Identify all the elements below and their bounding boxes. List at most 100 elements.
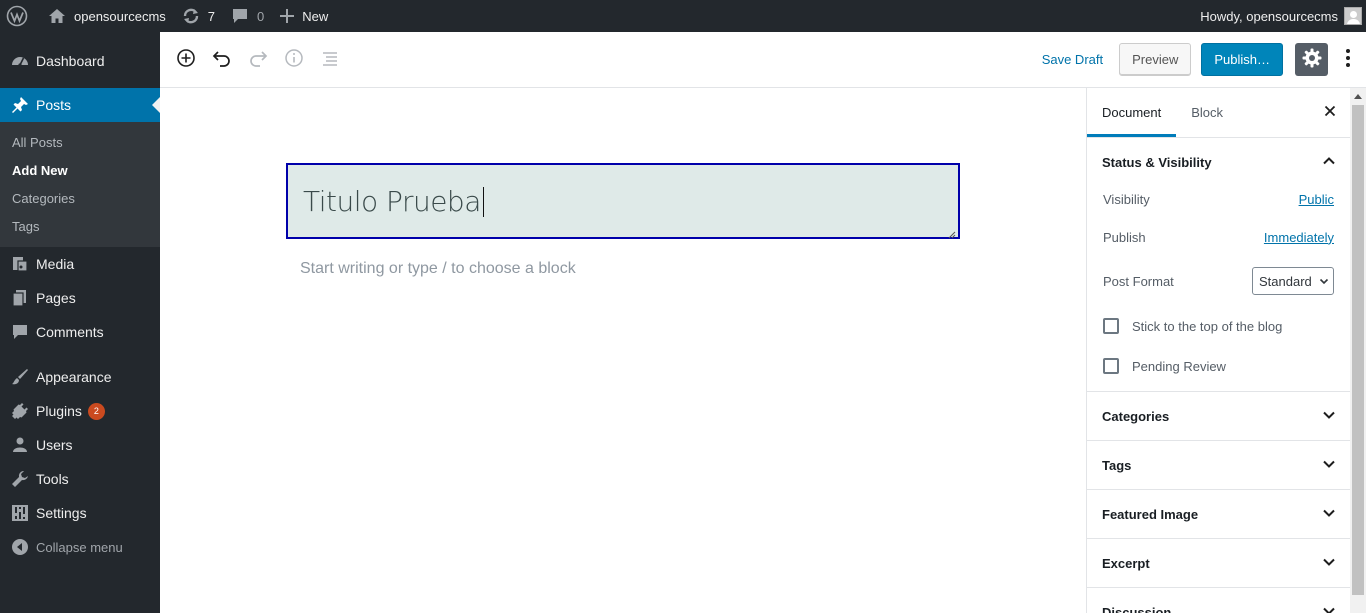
menu-label: Posts bbox=[36, 97, 72, 113]
add-block-button[interactable] bbox=[168, 42, 204, 78]
settings-toggle-button[interactable] bbox=[1295, 43, 1328, 76]
more-tools-button[interactable] bbox=[1336, 43, 1360, 76]
menu-label: Tools bbox=[36, 471, 69, 487]
menu-label: Settings bbox=[36, 505, 87, 521]
tab-block[interactable]: Block bbox=[1176, 88, 1238, 137]
updates-link[interactable]: 7 bbox=[174, 0, 223, 32]
tags-panel: Tags bbox=[1087, 441, 1350, 490]
wordpress-logo-icon bbox=[6, 5, 28, 27]
menu-label: Appearance bbox=[36, 369, 112, 385]
comments-link[interactable]: 0 bbox=[223, 0, 272, 32]
settings-sliders-icon bbox=[10, 503, 30, 523]
submenu-add-new[interactable]: Add New bbox=[0, 157, 160, 185]
comments-count: 0 bbox=[257, 8, 265, 24]
menu-item-plugins[interactable]: Plugins 2 bbox=[0, 394, 160, 428]
excerpt-panel: Excerpt bbox=[1087, 539, 1350, 588]
collapse-icon bbox=[10, 537, 30, 557]
resize-grip-icon[interactable] bbox=[948, 227, 956, 239]
menu-item-dashboard[interactable]: Dashboard bbox=[0, 44, 160, 78]
publish-label: Publish bbox=[1103, 229, 1146, 245]
posts-submenu: All Posts Add New Categories Tags bbox=[0, 122, 160, 247]
post-format-row: Post Format Standard bbox=[1087, 256, 1350, 306]
sidebar-scrollbar[interactable] bbox=[1350, 88, 1366, 613]
collapse-menu-button[interactable]: Collapse menu bbox=[0, 530, 160, 564]
editor-canvas: Titulo Prueba Start writing or type / to… bbox=[160, 88, 1086, 613]
chevron-down-icon bbox=[1319, 274, 1329, 289]
editor-header-toolbar: Save Draft Preview Publish… bbox=[160, 32, 1366, 88]
chevron-down-icon bbox=[1322, 408, 1336, 425]
menu-item-settings[interactable]: Settings bbox=[0, 496, 160, 530]
tab-document[interactable]: Document bbox=[1087, 88, 1177, 137]
sticky-checkbox[interactable] bbox=[1103, 318, 1119, 334]
sticky-label: Stick to the top of the blog bbox=[1132, 318, 1283, 334]
site-name-link[interactable]: opensourcecms bbox=[36, 0, 174, 32]
chevron-down-icon bbox=[1322, 604, 1336, 613]
status-visibility-toggle[interactable]: Status & Visibility bbox=[1087, 138, 1350, 186]
undo-button[interactable] bbox=[204, 42, 240, 78]
avatar bbox=[1344, 7, 1362, 25]
menu-item-appearance[interactable]: Appearance bbox=[0, 360, 160, 394]
menu-item-posts[interactable]: Posts bbox=[0, 88, 160, 122]
menu-label: Comments bbox=[36, 324, 104, 340]
admin-menu: Dashboard Posts All Posts Add New Catego… bbox=[0, 32, 160, 613]
info-icon bbox=[284, 48, 304, 71]
text-caret bbox=[482, 186, 484, 217]
post-format-select[interactable]: Standard bbox=[1252, 267, 1334, 295]
post-format-value: Standard bbox=[1259, 273, 1312, 289]
howdy-text: Howdy, opensourcecms bbox=[1200, 8, 1338, 24]
preview-button[interactable]: Preview bbox=[1119, 43, 1192, 76]
plugins-update-badge: 2 bbox=[87, 402, 105, 420]
chevron-down-icon bbox=[1322, 506, 1336, 523]
menu-label: Dashboard bbox=[36, 53, 105, 69]
menu-item-users[interactable]: Users bbox=[0, 428, 160, 462]
discussion-panel: Discussion bbox=[1087, 588, 1350, 613]
panel-title: Status & Visibility bbox=[1102, 154, 1212, 170]
menu-item-comments[interactable]: Comments bbox=[0, 315, 160, 349]
excerpt-toggle[interactable]: Excerpt bbox=[1087, 539, 1350, 587]
visibility-label: Visibility bbox=[1103, 191, 1150, 207]
menu-item-media[interactable]: Media bbox=[0, 247, 160, 281]
panel-title: Featured Image bbox=[1102, 506, 1199, 522]
featured-image-toggle[interactable]: Featured Image bbox=[1087, 490, 1350, 538]
menu-item-tools[interactable]: Tools bbox=[0, 462, 160, 496]
submenu-categories[interactable]: Categories bbox=[0, 185, 160, 213]
post-title-input[interactable]: Titulo Prueba bbox=[286, 163, 960, 239]
list-view-icon bbox=[320, 48, 340, 71]
media-icon bbox=[10, 254, 30, 274]
tags-toggle[interactable]: Tags bbox=[1087, 441, 1350, 489]
redo-button[interactable] bbox=[240, 42, 276, 78]
my-account-link[interactable]: Howdy, opensourcecms bbox=[1192, 0, 1366, 32]
new-content-link[interactable]: New bbox=[272, 0, 336, 32]
pages-icon bbox=[10, 288, 30, 308]
categories-panel: Categories bbox=[1087, 392, 1350, 441]
save-draft-button[interactable]: Save Draft bbox=[1030, 52, 1115, 67]
submenu-all-posts[interactable]: All Posts bbox=[0, 129, 160, 157]
visibility-toggle-link[interactable]: Public bbox=[1299, 192, 1334, 207]
scrollbar-thumb[interactable] bbox=[1352, 105, 1364, 595]
status-visibility-panel: Status & Visibility Visibility Public Pu… bbox=[1087, 138, 1350, 392]
block-navigation-button[interactable] bbox=[312, 42, 348, 78]
updates-icon bbox=[182, 7, 200, 25]
pending-review-checkbox[interactable] bbox=[1103, 358, 1119, 374]
chevron-down-icon bbox=[1322, 555, 1336, 572]
block-appender-placeholder[interactable]: Start writing or type / to choose a bloc… bbox=[300, 260, 576, 278]
redo-icon bbox=[248, 48, 268, 71]
publish-date-link[interactable]: Immediately bbox=[1264, 230, 1334, 245]
paintbrush-icon bbox=[10, 367, 30, 387]
categories-toggle[interactable]: Categories bbox=[1087, 392, 1350, 440]
discussion-toggle[interactable]: Discussion bbox=[1087, 588, 1350, 613]
featured-image-panel: Featured Image bbox=[1087, 490, 1350, 539]
close-sidebar-button[interactable] bbox=[1320, 102, 1340, 122]
pushpin-icon bbox=[10, 95, 30, 115]
content-structure-button[interactable] bbox=[276, 42, 312, 78]
post-title-text-wrap: Titulo Prueba bbox=[303, 185, 484, 218]
scroll-up-arrow-icon[interactable] bbox=[1350, 88, 1366, 104]
wordpress-logo-button[interactable] bbox=[0, 0, 36, 32]
submenu-tags[interactable]: Tags bbox=[0, 213, 160, 241]
settings-sidebar: Document Block Status & Visibility Visib… bbox=[1086, 88, 1350, 613]
menu-item-pages[interactable]: Pages bbox=[0, 281, 160, 315]
close-icon bbox=[1324, 105, 1336, 120]
panel-title: Tags bbox=[1102, 457, 1132, 473]
publish-button[interactable]: Publish… bbox=[1201, 43, 1283, 76]
chevron-down-icon bbox=[1322, 457, 1336, 474]
